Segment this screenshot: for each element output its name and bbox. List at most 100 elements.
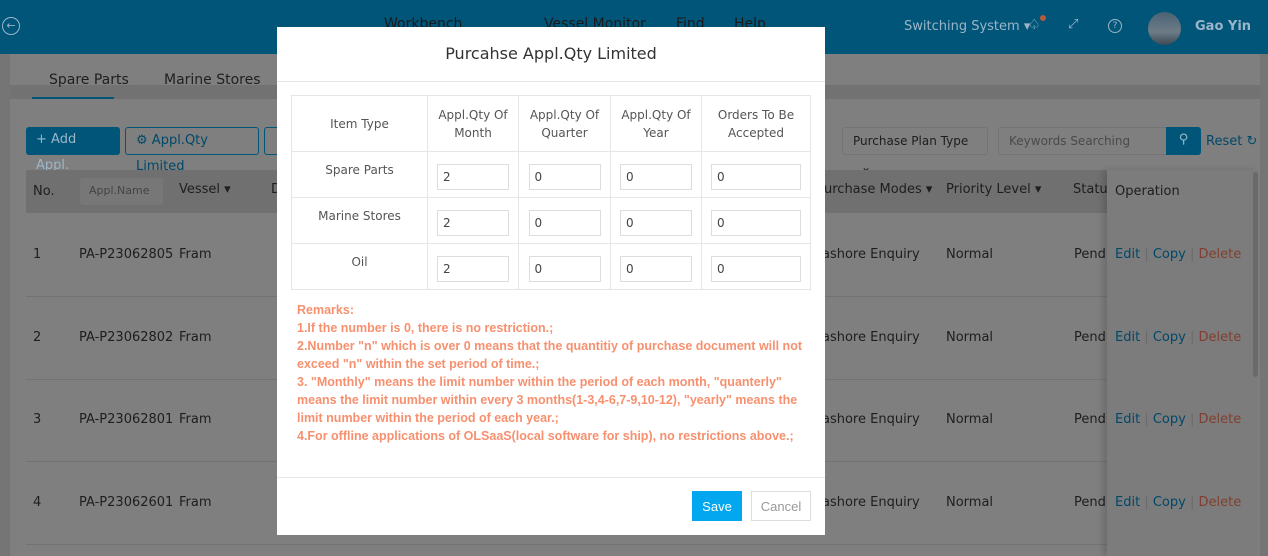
col-no: No.	[33, 184, 55, 199]
appl-qty-limited-button[interactable]: ⚙ Appl.Qty Limited	[125, 127, 259, 174]
cell-quarter	[518, 151, 611, 198]
purchase-plan-type-select[interactable]: Purchase Plan Type ⌄	[842, 127, 988, 174]
year-qty-input[interactable]	[620, 255, 692, 282]
search-button[interactable]: ⚲	[1166, 127, 1201, 155]
month-qty-input[interactable]	[437, 255, 509, 282]
cancel-button[interactable]: Cancel	[751, 491, 811, 521]
edit-link[interactable]: Edit	[1115, 247, 1140, 262]
quarter-qty-input[interactable]	[528, 209, 601, 236]
user-name[interactable]: Gao Yin	[1195, 19, 1251, 34]
copy-link[interactable]: Copy	[1153, 412, 1186, 427]
switching-system-label: Switching System	[904, 19, 1020, 34]
remark-line: 1.If the number is 0, there is no restri…	[297, 321, 554, 335]
item-type: Oil	[291, 243, 428, 290]
year-qty-input[interactable]	[620, 209, 692, 236]
back-icon[interactable]: ←	[2, 17, 20, 35]
col-vessel[interactable]: Vessel ▾	[179, 182, 231, 197]
quarter-qty-input[interactable]	[528, 255, 601, 282]
cell-year	[610, 197, 702, 244]
year-qty-input[interactable]	[620, 163, 692, 190]
delete-link[interactable]: Delete	[1198, 495, 1241, 510]
save-button[interactable]: Save	[692, 491, 742, 521]
cell-year	[610, 243, 702, 290]
item-type: Spare Parts	[291, 151, 428, 198]
row-divider	[26, 544, 1256, 546]
edit-link[interactable]: Edit	[1115, 412, 1140, 427]
dialog-title: Purcahse Appl.Qty Limited	[445, 44, 657, 63]
row-status: Pendi	[1074, 412, 1110, 428]
copy-link[interactable]: Copy	[1153, 495, 1186, 510]
add-appl-button[interactable]: + Add Appl.	[26, 127, 120, 173]
delete-link[interactable]: Delete	[1198, 412, 1241, 427]
col-quarter: Appl.Qty Of Quarter	[518, 95, 611, 152]
col-operation: Operation	[1115, 184, 1180, 199]
tab-marine-stores[interactable]: Marine Stores	[164, 72, 261, 88]
row-appl-no: PA-P23062805	[79, 247, 174, 262]
cell-orders	[701, 243, 811, 290]
switching-system-dropdown[interactable]: Switching System ▾	[904, 19, 1030, 34]
row-appl-no: PA-P23062802	[79, 329, 174, 345]
edit-link[interactable]: Edit	[1115, 330, 1140, 345]
row-appl-no: PA-P23062801	[79, 412, 174, 428]
tab-spare-parts[interactable]: Spare Parts	[49, 72, 129, 88]
remarks: Remarks: 1.If the number is 0, there is n…	[297, 301, 807, 445]
col-month: Appl.Qty Of Month	[427, 95, 519, 152]
month-qty-input[interactable]	[437, 163, 509, 190]
row-purchase-mode: ashore Enquiry	[822, 412, 920, 428]
orders-qty-input[interactable]	[711, 209, 801, 236]
footer-divider	[277, 477, 825, 478]
row-actions: Edit | Copy | Delete	[1115, 247, 1242, 262]
delete-link[interactable]: Delete	[1198, 330, 1241, 345]
search-icon: ⚲	[1178, 132, 1189, 147]
keywords-search-input[interactable]: Keywords Searching	[998, 127, 1168, 155]
row-no: 3	[33, 412, 42, 428]
row-appl-no: PA-P23062601	[79, 495, 174, 511]
fullscreen-icon[interactable]: ⤢	[1068, 17, 1078, 32]
purchase-plan-type-value: Purchase Plan Type	[853, 134, 969, 148]
cell-quarter	[518, 243, 611, 290]
col-purchase-modes[interactable]: urchase Modes ▾	[824, 182, 932, 197]
reset-button[interactable]: Reset ↻	[1206, 134, 1257, 149]
col-purchase-modes-label: urchase Modes	[824, 182, 922, 197]
orders-qty-input[interactable]	[711, 163, 801, 190]
help-icon[interactable]: ?	[1108, 19, 1122, 33]
month-qty-input[interactable]	[437, 209, 509, 236]
item-type: Marine Stores	[291, 197, 428, 244]
refresh-icon: ↻	[1246, 134, 1258, 149]
qty-row: Spare Parts	[291, 151, 811, 198]
gear-icon: ⚙	[136, 133, 148, 148]
row-vessel: Fram	[179, 495, 212, 511]
col-vessel-label: Vessel	[179, 182, 221, 197]
cell-quarter	[518, 197, 611, 244]
row-vessel: Fram	[179, 412, 212, 428]
qty-limit-table: Item Type Appl.Qty Of Month Appl.Qty Of …	[291, 95, 811, 290]
quarter-qty-input[interactable]	[528, 163, 601, 190]
qty-row: Oil	[291, 243, 811, 290]
avatar[interactable]	[1148, 12, 1181, 45]
row-vessel: Fram	[179, 329, 212, 345]
reset-label: Reset	[1206, 134, 1243, 149]
title-divider	[277, 81, 825, 82]
appl-name-filter-input[interactable]: Appl.Name	[80, 178, 163, 205]
qty-limited-dialog: Purcahse Appl.Qty Limited Item Type Appl…	[277, 27, 825, 535]
col-year: Appl.Qty Of Year	[610, 95, 702, 152]
copy-link[interactable]: Copy	[1153, 330, 1186, 345]
row-status: Pendi	[1074, 247, 1110, 262]
cell-orders	[701, 151, 811, 198]
row-no: 4	[33, 495, 42, 511]
remark-line: 2.Number "n" which is over 0 means that …	[297, 339, 802, 371]
edit-link[interactable]: Edit	[1115, 495, 1140, 510]
remark-line: 3. "Monthly" means the limit number with…	[297, 375, 798, 425]
copy-link[interactable]: Copy	[1153, 247, 1186, 262]
qty-row: Marine Stores	[291, 197, 811, 244]
row-status: Pendi	[1074, 495, 1110, 511]
col-priority[interactable]: Priority Level ▾	[946, 182, 1041, 197]
bell-icon[interactable]: ♤	[1028, 17, 1041, 33]
scrollbar[interactable]	[1253, 172, 1258, 377]
orders-qty-input[interactable]	[711, 255, 801, 282]
col-orders: Orders To Be Accepted	[701, 95, 811, 152]
cell-year	[610, 151, 702, 198]
row-purchase-mode: ashore Enquiry	[822, 329, 920, 345]
delete-link[interactable]: Delete	[1198, 247, 1241, 262]
row-priority: Normal	[946, 412, 994, 428]
